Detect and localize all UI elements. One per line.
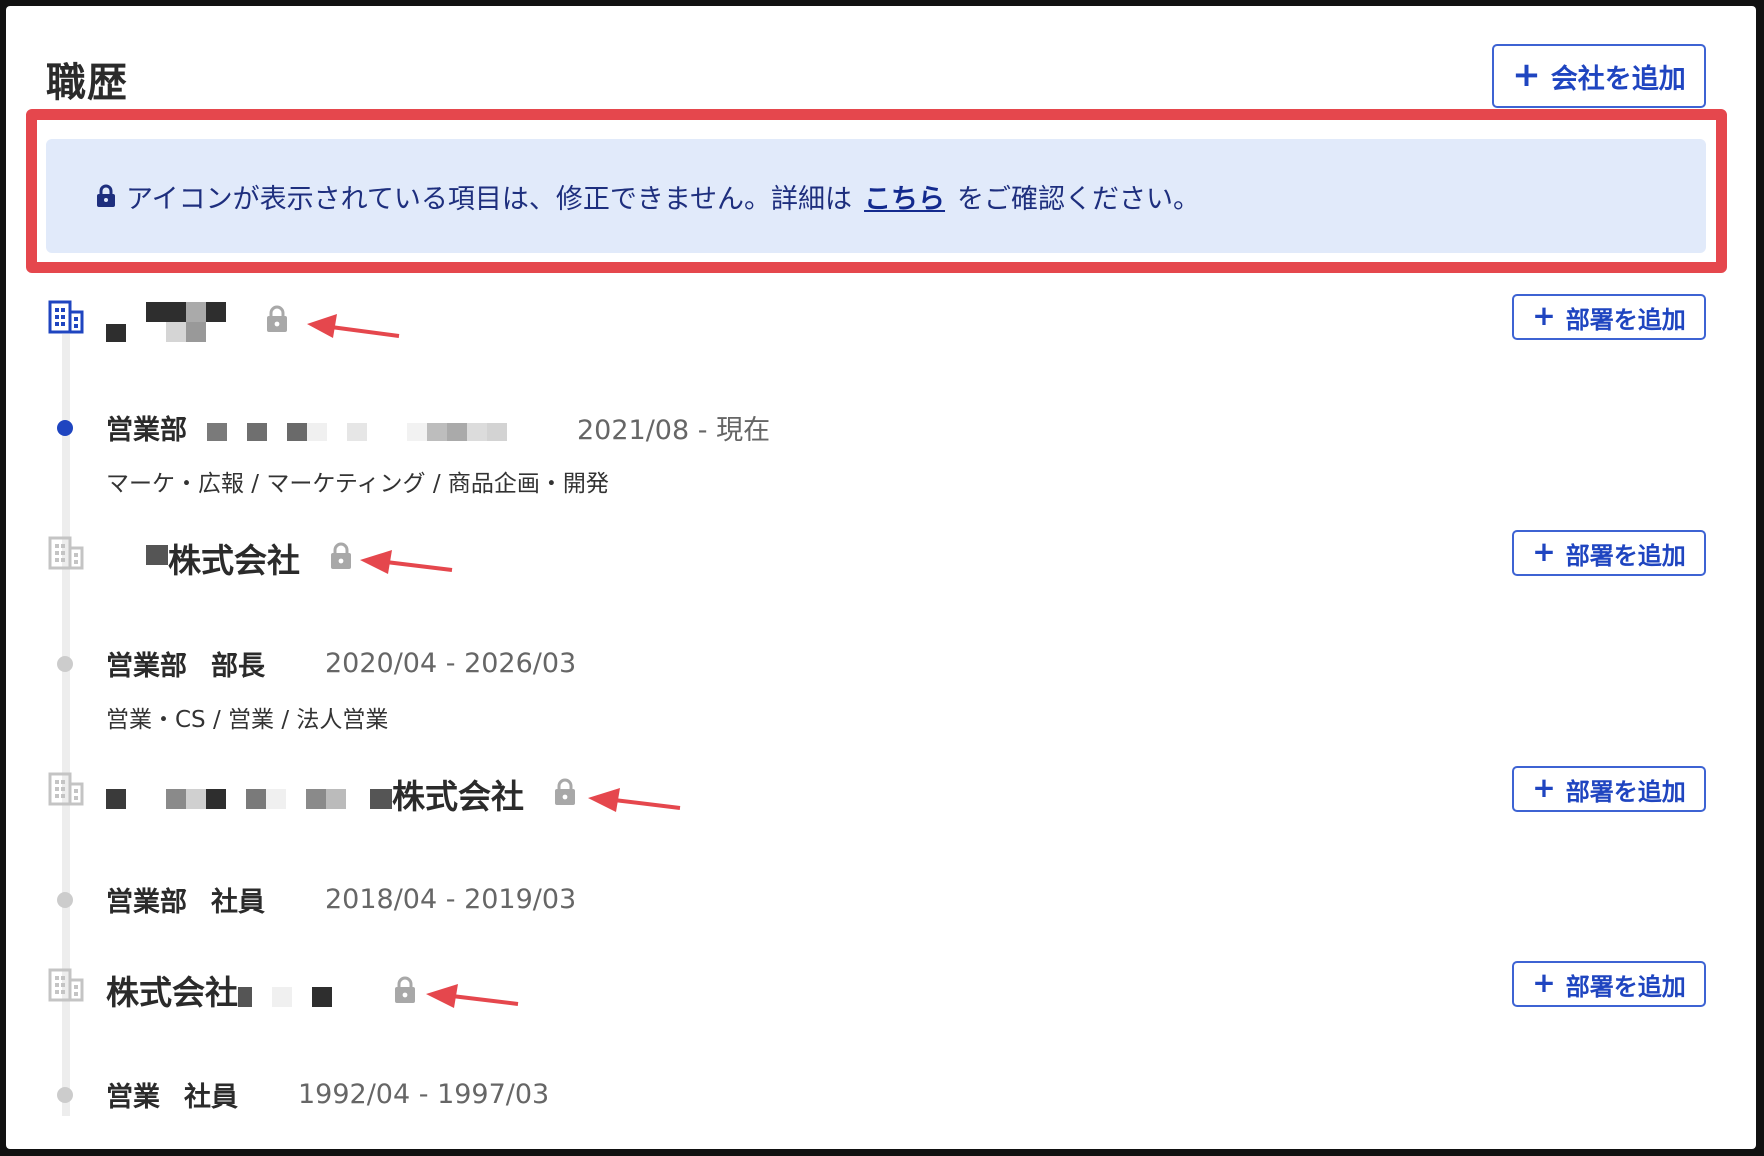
page-title: 職歴 — [46, 60, 128, 106]
plus-icon: + — [1532, 965, 1556, 999]
company-name — [106, 302, 226, 342]
building-icon — [48, 298, 84, 334]
add-department-label: 部署を追加 — [1565, 305, 1686, 334]
position-row: 営業部 2021/08 - 現在 — [106, 408, 770, 447]
add-department-button[interactable]: + 部署を追加 — [1512, 294, 1706, 340]
plus-icon: + — [1532, 298, 1556, 332]
redacted-mosaic — [106, 775, 392, 813]
job-category: 営業・CS / 営業 / 法人営業 — [106, 707, 389, 733]
position-row: 営業部 社員 2018/04 - 2019/03 — [106, 880, 576, 919]
add-department-button[interactable]: + 部署を追加 — [1512, 530, 1706, 576]
redacted-mosaic — [207, 415, 507, 441]
add-department-button[interactable]: + 部署を追加 — [1512, 961, 1706, 1007]
employment-period: 1992/04 - 1997/03 — [298, 1079, 550, 1110]
plus-icon: + — [1532, 534, 1556, 568]
position-row: 営業部 部長 2020/04 - 2026/03 — [106, 644, 576, 683]
building-icon — [48, 534, 84, 570]
timeline-dot — [57, 892, 73, 908]
add-department-label: 部署を追加 — [1565, 541, 1686, 570]
red-arrow-annotation — [426, 984, 519, 1008]
building-icon — [48, 966, 84, 1002]
company-name: 株式会社 — [106, 966, 338, 1014]
plus-icon: + — [1512, 54, 1541, 95]
lock-icon — [554, 778, 576, 810]
company-name: 株式会社 — [106, 534, 300, 582]
add-company-label: 会社を追加 — [1550, 63, 1686, 95]
timeline-dot — [57, 1087, 73, 1103]
company-name-text: 株式会社 — [106, 973, 238, 1012]
building-icon — [48, 770, 84, 806]
redacted-mosaic — [106, 539, 168, 577]
department-name: 営業部 — [106, 415, 187, 446]
red-arrow-annotation — [307, 314, 400, 338]
position-title: 部長 — [211, 651, 265, 682]
lock-icon — [266, 305, 288, 337]
redacted-mosaic — [238, 971, 338, 1009]
company-name-text: 株式会社 — [168, 541, 300, 580]
timeline-dot-current — [57, 420, 73, 436]
lock-icon — [394, 976, 416, 1008]
plus-icon: + — [1532, 770, 1556, 804]
employment-period: 2018/04 - 2019/03 — [325, 884, 577, 915]
position-row: 営業 社員 1992/04 - 1997/03 — [106, 1075, 549, 1114]
job-category: マーケ・広報 / マーケティング / 商品企画・開発 — [106, 471, 609, 497]
career-history-panel: 職歴 + 会社を追加 アイコンが表示されている項目は、修正できません。詳細は こ… — [6, 6, 1756, 1149]
lock-icon — [330, 542, 352, 574]
position-title: 社員 — [211, 887, 265, 918]
employment-period: 2021/08 - 現在 — [577, 415, 771, 446]
add-department-button[interactable]: + 部署を追加 — [1512, 766, 1706, 812]
department-name: 営業部 — [106, 887, 187, 918]
add-company-button[interactable]: + 会社を追加 — [1492, 44, 1706, 108]
employment-period: 2020/04 - 2026/03 — [325, 648, 577, 679]
annotation-highlight-box — [26, 109, 1727, 273]
redacted-mosaic — [106, 302, 226, 342]
add-department-label: 部署を追加 — [1565, 972, 1686, 1001]
red-arrow-annotation — [360, 550, 453, 574]
company-name: 株式会社 — [106, 770, 524, 818]
department-name: 営業 — [106, 1082, 160, 1113]
red-arrow-annotation — [588, 788, 681, 812]
company-name-text: 株式会社 — [392, 777, 524, 816]
department-name: 営業部 — [106, 651, 187, 682]
timeline-dot — [57, 656, 73, 672]
add-department-label: 部署を追加 — [1565, 777, 1686, 806]
position-title: 社員 — [184, 1082, 238, 1113]
